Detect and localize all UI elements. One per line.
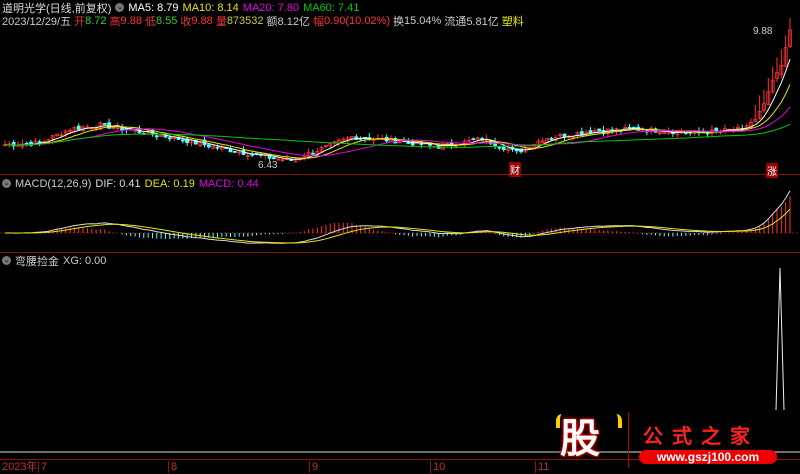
panel-divider (0, 174, 800, 175)
candle (597, 128, 602, 132)
candle (180, 139, 185, 142)
macd-header: ⌄ MACD(12,26,9) DIF: 0.41 DEA: 0.19 MACD… (2, 177, 259, 190)
max-price-label: 9.88 (753, 26, 773, 37)
macd-title: MACD(12,26,9) (15, 177, 92, 190)
candle (406, 142, 411, 144)
month-tick: 10 (430, 461, 445, 473)
candle (206, 144, 211, 148)
xg-header: ⌄ 弯腰捡金 XG: 0.00 (2, 254, 107, 268)
xg-title: 弯腰捡金 (15, 255, 59, 268)
xg-chevron-icon[interactable]: ⌄ (2, 256, 11, 265)
month-tick: 7 (38, 461, 47, 473)
ma5-line (4, 58, 791, 160)
year-label: 2023年 (2, 461, 38, 473)
month-tick: 11 (535, 461, 549, 473)
logo-divider (628, 412, 629, 468)
candle (232, 151, 237, 153)
ma10-line (4, 84, 791, 159)
candle (37, 141, 42, 144)
candle (627, 126, 632, 129)
limit-up-marker[interactable]: 涨 (766, 163, 778, 178)
candle (549, 137, 554, 140)
candle (167, 137, 172, 140)
candle (714, 127, 719, 131)
macd-chevron-icon[interactable]: ⌄ (2, 179, 11, 188)
xg-signal-line (775, 267, 785, 411)
candle (471, 138, 476, 141)
macd-dif: DIF: 0.41 (95, 177, 141, 190)
candle (271, 157, 276, 160)
min-price-label: 6.43 (258, 160, 278, 171)
dif-line (4, 190, 791, 244)
horn-icon (556, 414, 568, 428)
candle (579, 131, 584, 135)
month-tick: 9 (309, 461, 318, 473)
candle (501, 146, 506, 150)
xg-value: XG: 0.00 (63, 254, 107, 267)
candle (588, 130, 593, 134)
macd-value: MACD: 0.44 (198, 177, 259, 190)
candle (11, 142, 16, 147)
candle (102, 123, 107, 125)
watermark-logo: 股 公式之家 www.gszj100.com (555, 412, 780, 468)
financial-report-marker[interactable]: 财 (509, 162, 521, 177)
horn-icon (610, 414, 622, 428)
macd-dea: DEA: 0.19 (144, 177, 195, 190)
kline-chart[interactable] (0, 0, 800, 473)
candle (562, 133, 567, 138)
candle (497, 146, 502, 149)
candle (311, 152, 315, 155)
dea-line (4, 208, 791, 244)
month-tick: 8 (168, 461, 177, 473)
candle (76, 125, 81, 130)
panel-divider (0, 252, 800, 253)
candle (154, 135, 159, 138)
candle (428, 143, 432, 146)
logo-url: www.gszj100.com (639, 450, 777, 464)
logo-name: 公式之家 (643, 426, 759, 448)
candle (215, 146, 220, 149)
